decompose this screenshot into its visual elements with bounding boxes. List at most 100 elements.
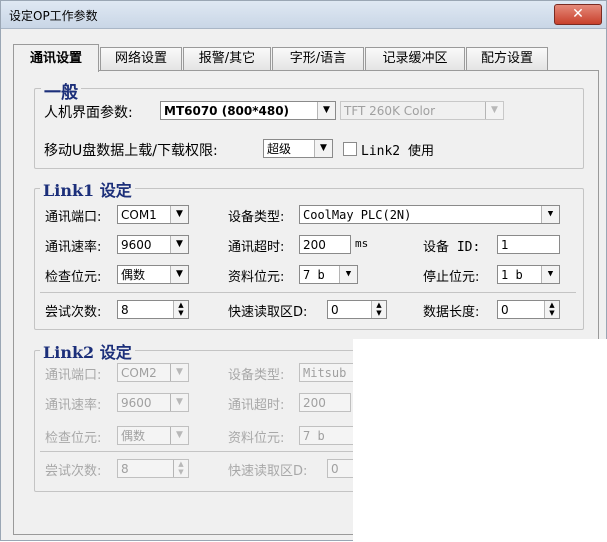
spin-up-icon: ▲ [549, 301, 555, 309]
tab-alarm-other[interactable]: 报警/其它 [183, 47, 271, 70]
spin-down-icon: ▼ [549, 309, 555, 317]
link1-retry-value: 8 [121, 303, 129, 317]
link1-fastread-value: 0 [331, 303, 339, 317]
link2-port-select[interactable]: COM2 ▼ [117, 363, 189, 382]
occluded-region [353, 339, 607, 542]
dialog-window: 设定OP工作参数 ✕ 通讯设置 网络设置 报警/其它 字形/语言 记录缓冲区 配… [0, 0, 607, 542]
chevron-down-icon: ▼ [170, 427, 188, 444]
link2-retry-label: 尝试次数: [45, 464, 102, 479]
link1-group-title: Link1 设定 [40, 177, 135, 201]
link1-databits-select[interactable]: 7 b ▼ [299, 265, 358, 284]
link1-stopbits-select[interactable]: 1 b ▼ [497, 265, 560, 284]
display-type-value: TFT 260K Color [344, 104, 436, 118]
link1-divider [40, 292, 576, 293]
tab-record-buffer[interactable]: 记录缓冲区 [365, 47, 465, 70]
general-group-title: 一般 [41, 78, 81, 103]
link1-fastread-stepper[interactable]: 0 ▲ ▼ [327, 300, 387, 319]
link2-enable-checkbox[interactable] [343, 142, 357, 156]
link2-enable-label: Link2 使用 [361, 144, 434, 159]
link1-port-select[interactable]: COM1 ▼ [117, 205, 189, 224]
tab-network[interactable]: 网络设置 [100, 47, 182, 70]
link2-device-label: 设备类型: [228, 368, 285, 383]
link2-databits-select[interactable]: 7 b [299, 426, 358, 445]
chevron-down-icon: ▼ [541, 266, 559, 283]
chevron-down-icon: ▼ [170, 236, 188, 253]
link2-fastread-label: 快速读取区D: [228, 464, 308, 479]
link1-datalen-value: 0 [501, 303, 509, 317]
link2-parity-select[interactable]: 偶数 ▼ [117, 426, 189, 445]
link1-device-value: CoolMay PLC(2N) [303, 208, 412, 222]
link2-device-value: Mitsub [303, 366, 347, 380]
spin-arrows-icon[interactable]: ▲ ▼ [173, 460, 188, 477]
link1-parity-select[interactable]: 偶数 ▼ [117, 265, 189, 284]
link2-fastread-value: 0 [331, 462, 339, 476]
link1-databits-label: 资料位元: [228, 270, 285, 285]
hmi-model-value: MT6070 (800*480) [164, 104, 290, 118]
link1-baud-value: 9600 [121, 238, 152, 252]
chevron-down-icon: ▼ [541, 206, 559, 223]
usb-permission-select[interactable]: 超级 ▼ [263, 139, 333, 158]
link1-timeout-input[interactable]: 200 [299, 235, 351, 254]
chevron-down-icon: ▼ [170, 364, 188, 381]
link1-id-input[interactable]: 1 [497, 235, 560, 254]
spin-arrows-icon[interactable]: ▲ ▼ [371, 301, 386, 318]
link2-retry-value: 8 [121, 462, 129, 476]
link1-retry-label: 尝试次数: [45, 305, 102, 320]
link2-baud-select[interactable]: 9600 ▼ [117, 393, 189, 412]
link1-retry-stepper[interactable]: 8 ▲ ▼ [117, 300, 189, 319]
link2-timeout-input[interactable]: 200 [299, 393, 351, 412]
link1-id-label: 设备 ID: [423, 240, 481, 255]
close-button[interactable]: ✕ [554, 4, 602, 25]
link2-port-value: COM2 [121, 366, 157, 380]
link1-device-select[interactable]: CoolMay PLC(2N) ▼ [299, 205, 560, 224]
chevron-down-icon: ▼ [170, 394, 188, 411]
link1-stopbits-value: 1 b [501, 268, 523, 282]
chevron-down-icon: ▼ [485, 102, 503, 119]
hmi-param-label: 人机界面参数: [44, 105, 133, 121]
link1-timeout-unit: ms [355, 237, 369, 250]
tab-recipe[interactable]: 配方设置 [466, 47, 548, 70]
spin-up-icon: ▲ [178, 460, 184, 468]
link1-baud-label: 通讯速率: [45, 240, 102, 255]
link2-databits-value: 7 b [303, 429, 325, 443]
link1-stopbits-label: 停止位元: [423, 270, 480, 285]
link1-databits-value: 7 b [303, 268, 325, 282]
spin-up-icon: ▲ [376, 301, 382, 309]
link2-parity-label: 检查位元: [45, 431, 102, 446]
spin-down-icon: ▼ [376, 309, 382, 317]
link2-baud-value: 9600 [121, 396, 152, 410]
link2-port-label: 通讯端口: [45, 368, 102, 383]
link2-baud-label: 通讯速率: [45, 398, 102, 413]
link1-baud-select[interactable]: 9600 ▼ [117, 235, 189, 254]
spin-down-icon: ▼ [178, 468, 184, 476]
spin-up-icon: ▲ [178, 301, 184, 309]
link1-fastread-label: 快速读取区D: [228, 305, 308, 320]
chevron-down-icon: ▼ [339, 266, 357, 283]
window-title: 设定OP工作参数 [9, 9, 98, 23]
tab-communication[interactable]: 通讯设置 [13, 44, 99, 72]
usb-permission-label: 移动U盘数据上载/下载权限: [44, 143, 218, 159]
link2-retry-stepper[interactable]: 8 ▲ ▼ [117, 459, 189, 478]
title-bar[interactable]: 设定OP工作参数 ✕ [1, 1, 606, 29]
spin-arrows-icon[interactable]: ▲ ▼ [544, 301, 559, 318]
link2-databits-label: 资料位元: [228, 431, 285, 446]
link1-port-label: 通讯端口: [45, 210, 102, 225]
chevron-down-icon: ▼ [317, 102, 335, 119]
link1-datalen-stepper[interactable]: 0 ▲ ▼ [497, 300, 560, 319]
display-type-select[interactable]: TFT 260K Color ▼ [340, 101, 504, 120]
usb-permission-value: 超级 [267, 142, 292, 156]
chevron-down-icon: ▼ [170, 266, 188, 283]
link2-parity-value: 偶数 [121, 429, 146, 443]
link1-port-value: COM1 [121, 208, 157, 222]
link2-timeout-label: 通讯超时: [228, 398, 285, 413]
chevron-down-icon: ▼ [314, 140, 332, 157]
link2-group-title: Link2 设定 [40, 339, 135, 363]
link1-parity-label: 检查位元: [45, 270, 102, 285]
chevron-down-icon: ▼ [170, 206, 188, 223]
hmi-model-select[interactable]: MT6070 (800*480) ▼ [160, 101, 336, 120]
tab-font-language[interactable]: 字形/语言 [272, 47, 364, 70]
spin-arrows-icon[interactable]: ▲ ▼ [173, 301, 188, 318]
link1-device-label: 设备类型: [228, 210, 285, 225]
link1-datalen-label: 数据长度: [423, 305, 480, 320]
link1-timeout-label: 通讯超时: [228, 240, 285, 255]
